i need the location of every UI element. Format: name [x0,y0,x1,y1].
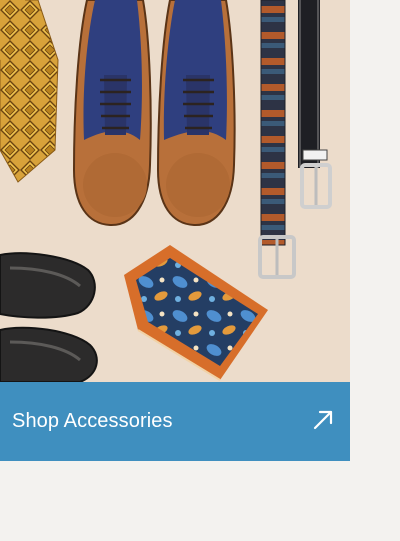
black-belt [298,0,332,209]
black-loafers [0,252,98,382]
wingtip-shoe-left [72,0,152,227]
shop-accessories-button[interactable]: Shop Accessories [0,382,350,461]
accessories-photo[interactable] [0,0,350,382]
wingtip-shoe-right [156,0,236,227]
arrow-up-right-icon [313,410,333,430]
accessories-illustration [0,0,332,382]
pocket-square [124,245,268,381]
shop-accessories-label: Shop Accessories [12,410,173,432]
patterned-belt [258,0,296,279]
promo-card[interactable]: Shop Accessories [0,0,350,461]
patterned-tie [0,0,59,183]
